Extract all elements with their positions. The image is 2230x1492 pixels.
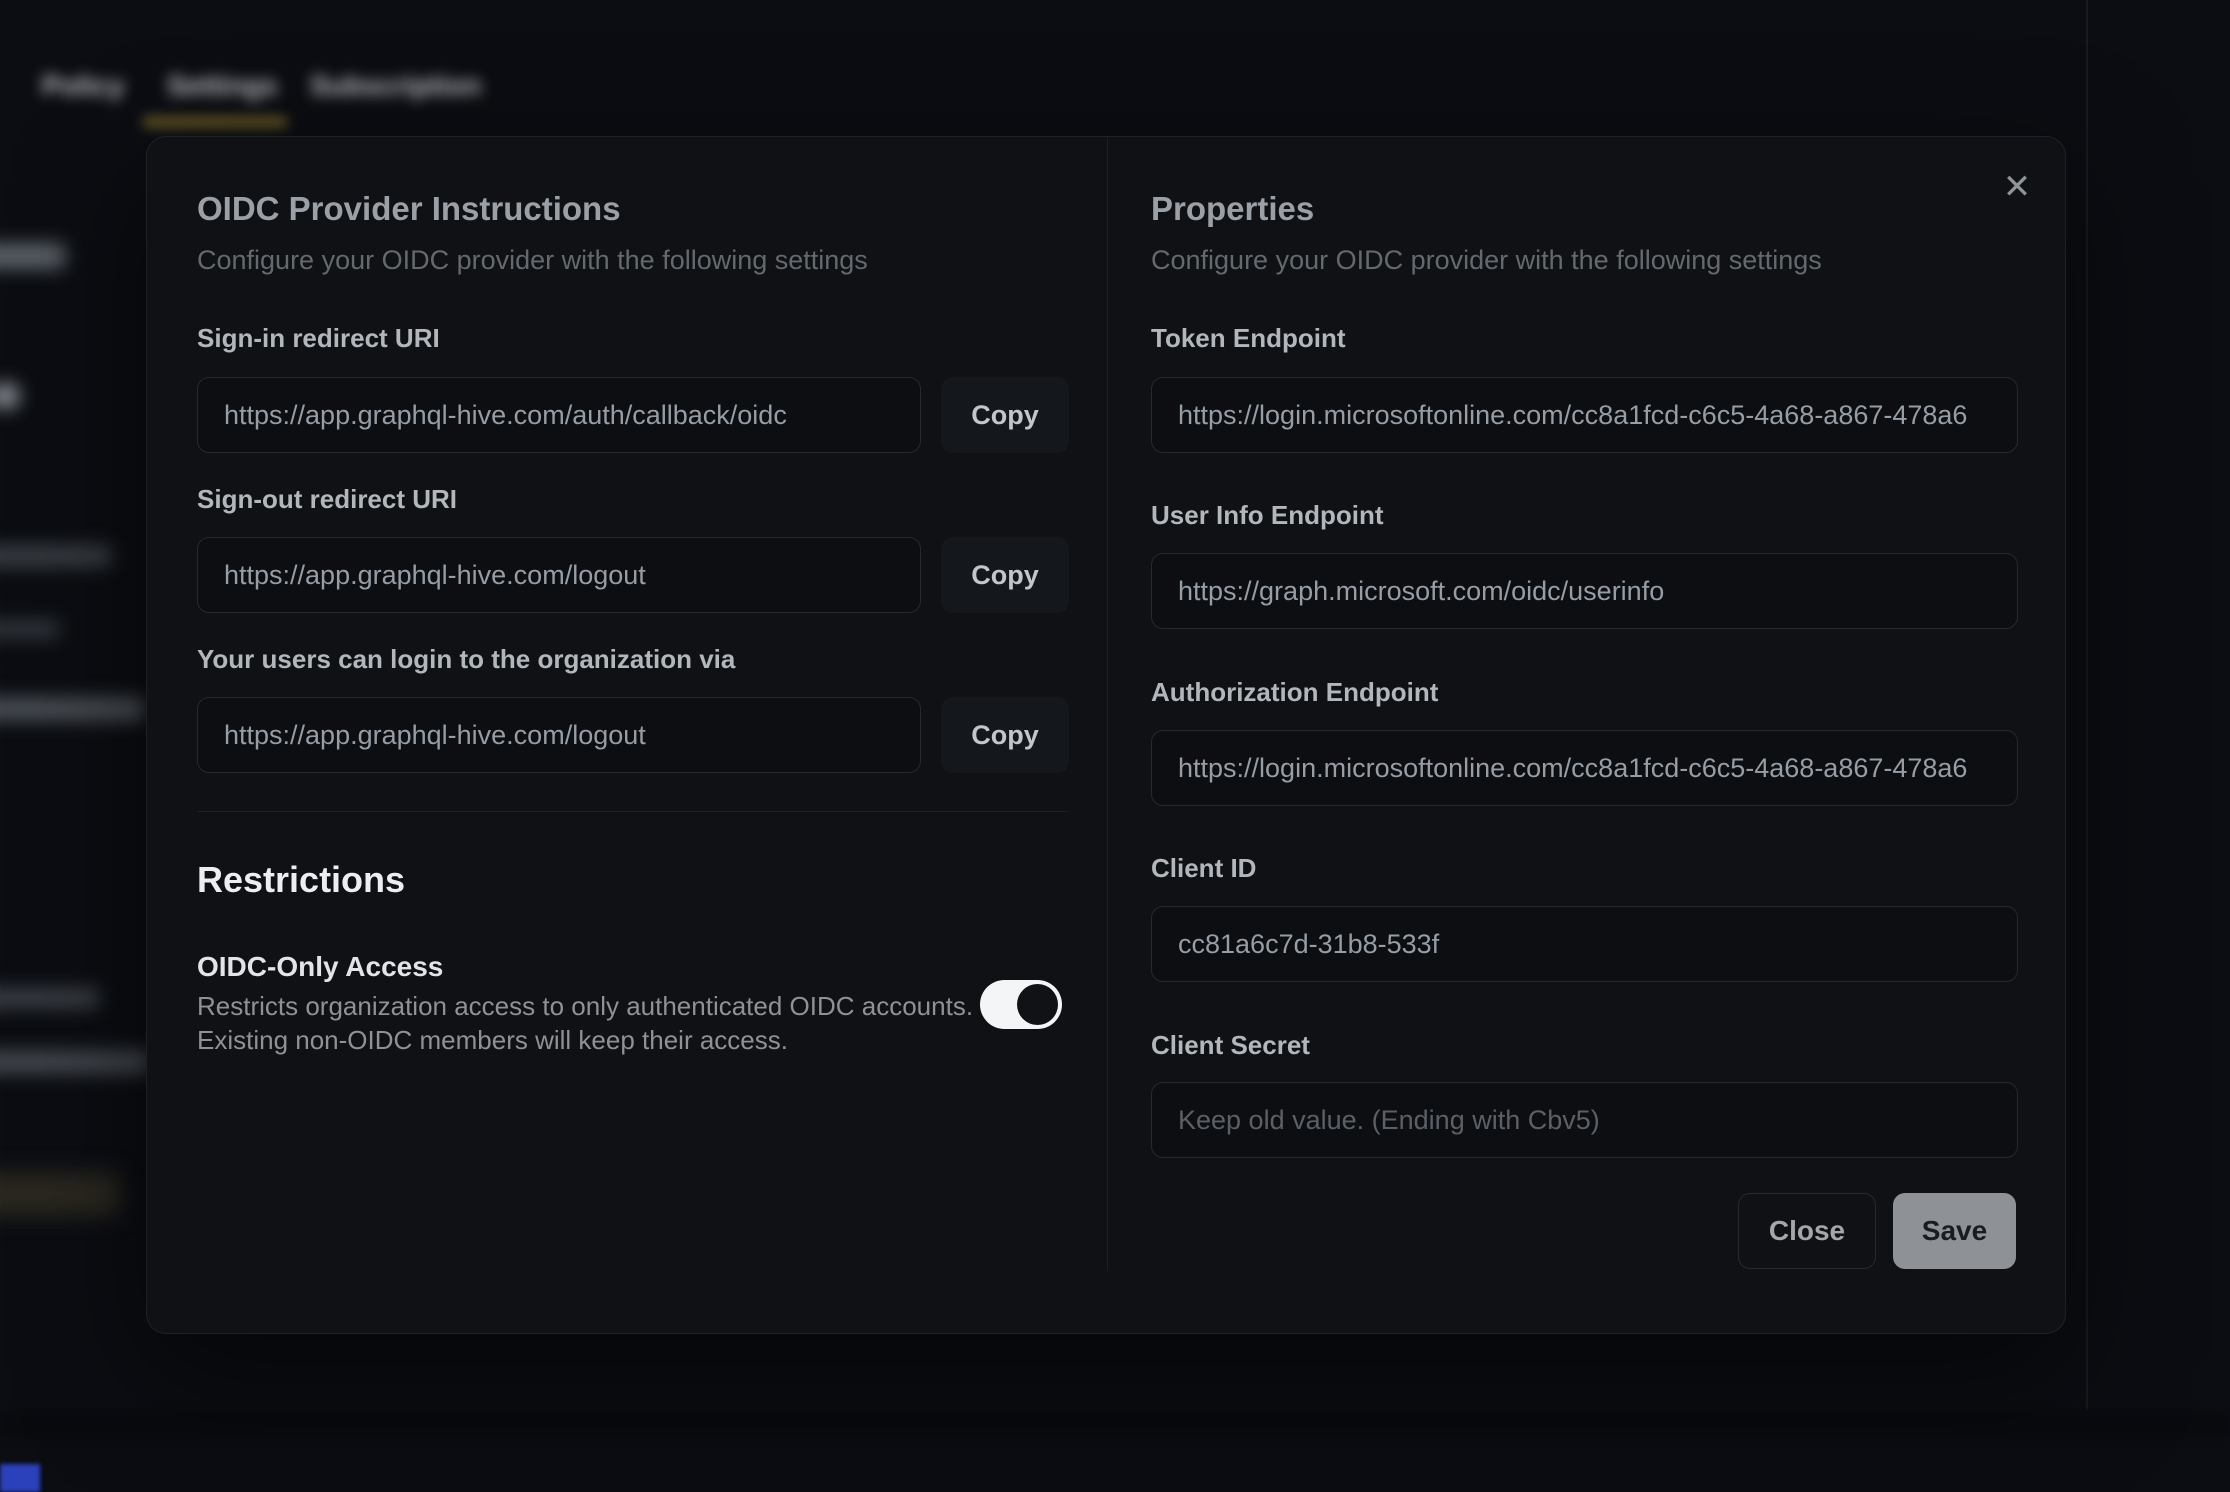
organization-login-uri-label: Your users can login to the organization… <box>197 644 735 675</box>
close-button[interactable]: Close <box>1738 1193 1876 1269</box>
background-text-fragment <box>0 697 145 721</box>
tab-policy[interactable]: Policy <box>42 66 124 106</box>
background-band <box>0 1412 2230 1438</box>
signin-redirect-uri-label: Sign-in redirect URI <box>197 323 440 354</box>
token-endpoint-label: Token Endpoint <box>1151 323 1346 354</box>
oidc-only-access-toggle[interactable] <box>980 980 1062 1029</box>
copy-signin-uri-button[interactable]: Copy <box>941 377 1069 453</box>
user-info-endpoint-label: User Info Endpoint <box>1151 500 1384 531</box>
column-divider <box>1107 137 1108 1271</box>
token-endpoint-input[interactable] <box>1151 377 2018 453</box>
restrictions-divider <box>197 811 1069 812</box>
background-artifact <box>0 1464 40 1492</box>
background-button-fragment <box>0 1172 120 1216</box>
save-button[interactable]: Save <box>1893 1193 2016 1269</box>
signout-redirect-uri-input[interactable] <box>197 537 921 613</box>
background-divider <box>2086 0 2088 1410</box>
instructions-subtitle: Configure your OIDC provider with the fo… <box>197 245 868 276</box>
restrictions-title: Restrictions <box>197 859 405 901</box>
close-icon[interactable]: ✕ <box>1989 159 2045 215</box>
tab-settings[interactable]: Settings <box>167 66 277 106</box>
background-text-fragment <box>0 1050 150 1074</box>
properties-subtitle: Configure your OIDC provider with the fo… <box>1151 245 1822 276</box>
authorization-endpoint-label: Authorization Endpoint <box>1151 677 1438 708</box>
properties-title: Properties <box>1151 190 1314 228</box>
copy-login-uri-button[interactable]: Copy <box>941 697 1069 773</box>
signin-redirect-uri-input[interactable] <box>197 377 921 453</box>
background-icon-fragment <box>0 383 20 409</box>
active-tab-indicator <box>142 116 288 128</box>
oidc-settings-modal: ✕ OIDC Provider Instructions Configure y… <box>146 136 2066 1334</box>
tab-subscription[interactable]: Subscription <box>310 66 481 106</box>
copy-signout-uri-button[interactable]: Copy <box>941 537 1069 613</box>
oidc-only-access-label: OIDC-Only Access <box>197 951 443 983</box>
instructions-title: OIDC Provider Instructions <box>197 190 621 228</box>
toggle-thumb <box>1017 984 1058 1025</box>
background-text-fragment <box>0 243 66 269</box>
background-text-fragment <box>0 620 60 638</box>
client-id-input[interactable] <box>1151 906 2018 982</box>
authorization-endpoint-input[interactable] <box>1151 730 2018 806</box>
oidc-only-access-description-line1: Restricts organization access to only au… <box>197 989 973 1023</box>
organization-login-uri-input[interactable] <box>197 697 921 773</box>
client-secret-input[interactable] <box>1151 1082 2018 1158</box>
client-secret-label: Client Secret <box>1151 1030 1310 1061</box>
background-text-fragment <box>0 988 100 1008</box>
background-text-fragment <box>0 545 112 567</box>
oidc-only-access-description-line2: Existing non-OIDC members will keep thei… <box>197 1023 788 1057</box>
user-info-endpoint-input[interactable] <box>1151 553 2018 629</box>
signout-redirect-uri-label: Sign-out redirect URI <box>197 484 457 515</box>
client-id-label: Client ID <box>1151 853 1256 884</box>
